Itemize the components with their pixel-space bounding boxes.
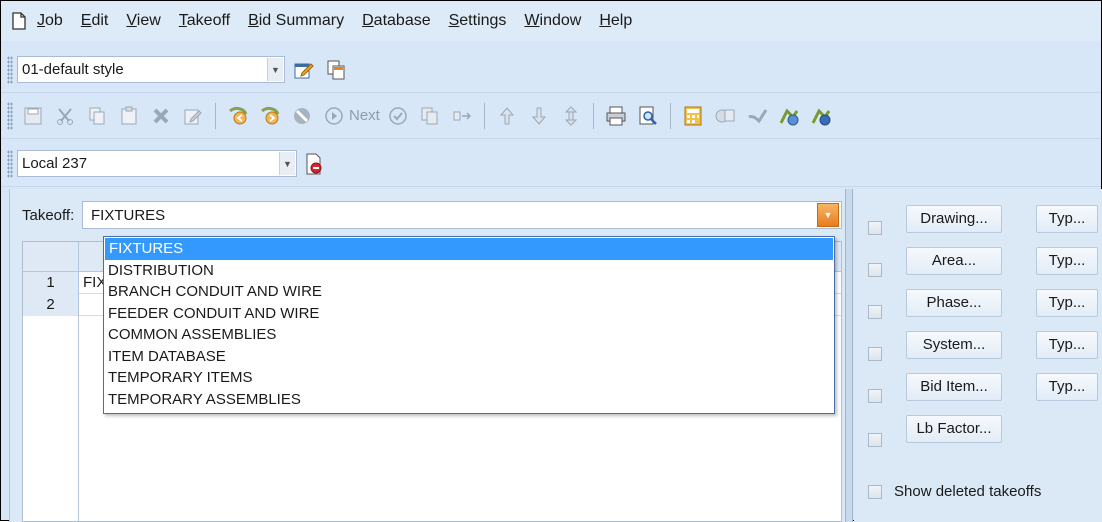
duplicate-icon[interactable] [419,105,441,127]
actions-toolbar: Next [1,93,1101,139]
item-replace-icon[interactable] [810,105,832,127]
print-icon[interactable] [605,105,627,127]
bid-item-checkbox[interactable] [868,389,882,403]
calculator-icon[interactable] [682,105,704,127]
chevron-down-icon[interactable]: ▼ [279,152,295,175]
area-button[interactable]: Area... [906,247,1002,275]
edit-style-icon[interactable] [293,59,315,81]
menu-settings[interactable]: Settings [449,12,507,30]
menu-database[interactable]: Database [362,12,431,30]
phase-checkbox[interactable] [868,305,882,319]
drawing-checkbox[interactable] [868,221,882,235]
edit-icon[interactable] [182,105,204,127]
menu-help[interactable]: Help [599,12,632,30]
print-preview-icon[interactable] [637,105,659,127]
takeoff-option-item-database[interactable]: ITEM DATABASE [104,346,834,368]
toolbar-grip[interactable] [7,55,13,84]
approve-icon[interactable] [746,105,768,127]
chevron-down-icon[interactable]: ▼ [267,58,283,81]
move-up-icon[interactable] [496,105,518,127]
document-icon [12,12,26,30]
drawing-button[interactable]: Drawing... [906,205,1002,233]
lb-factor-button[interactable]: Lb Factor... [906,415,1002,443]
pane-splitter[interactable] [845,189,853,522]
check-icon[interactable] [387,105,409,127]
takeoff-option-fixtures[interactable]: FIXTURES [105,238,833,260]
style-select-value: 01-default style [22,61,124,78]
row-number: 2 [23,294,79,316]
toolbar-separator [215,102,216,129]
style-select[interactable]: 01-default style ▼ [17,56,285,83]
lb-factor-checkbox[interactable] [868,433,882,447]
takeoff-option-temporary-items[interactable]: TEMPORARY ITEMS [104,367,834,389]
delete-icon[interactable] [150,105,172,127]
labor-toolbar: Local 237 ▼ [1,141,1101,187]
remove-labor-icon[interactable] [303,153,325,175]
labor-select[interactable]: Local 237 ▼ [17,150,297,177]
drawing-type-button[interactable]: Typ... [1036,205,1098,233]
takeoff-dropdown-list: FIXTURES DISTRIBUTION BRANCH CONDUIT AND… [103,236,835,414]
takeoff-option-branch-conduit[interactable]: BRANCH CONDUIT AND WIRE [104,281,834,303]
menu-bid-summary[interactable]: Bid Summary [248,12,344,30]
menu-job[interactable]: Job [37,12,63,30]
labor-select-value: Local 237 [22,155,88,172]
toolbar-separator [592,102,594,129]
paste-icon[interactable] [118,105,140,127]
copy-icon[interactable] [86,105,108,127]
show-deleted-label[interactable]: Show deleted takeoffs [894,483,1041,500]
menu-edit[interactable]: Edit [81,12,109,30]
filter-pane: Drawing... Typ... Area... Typ... Phase..… [854,189,1102,522]
stop-icon[interactable] [291,105,313,127]
takeoff-option-temporary-assemblies[interactable]: TEMPORARY ASSEMBLIES [104,389,834,411]
system-type-button[interactable]: Typ... [1036,331,1098,359]
menu-takeoff[interactable]: Takeoff [179,12,230,30]
bid-item-type-button[interactable]: Typ... [1036,373,1098,401]
copy-style-icon[interactable] [325,59,347,81]
menu-window[interactable]: Window [524,12,581,30]
toolbar-separator [669,102,671,129]
menu-view[interactable]: View [126,12,160,30]
assembly-icon[interactable] [714,105,736,127]
takeoff-label: Takeoff: [22,207,75,224]
move-down-icon[interactable] [528,105,550,127]
system-button[interactable]: System... [906,331,1002,359]
area-checkbox[interactable] [868,263,882,277]
show-deleted-checkbox[interactable] [868,485,882,499]
chevron-down-icon[interactable]: ▼ [817,203,839,227]
phase-type-button[interactable]: Typ... [1036,289,1098,317]
next-record-icon[interactable] [259,105,281,127]
cut-icon[interactable] [54,105,76,127]
phase-button[interactable]: Phase... [906,289,1002,317]
toolbar-separator [483,102,485,129]
move-up-down-icon[interactable] [560,105,582,127]
app-window: Job Edit View Takeoff Bid Summary Databa… [0,0,1102,522]
takeoff-option-feeder-conduit[interactable]: FEEDER CONDUIT AND WIRE [104,303,834,325]
system-checkbox[interactable] [868,347,882,361]
takeoff-select[interactable]: FIXTURES ▼ [82,201,842,229]
row-number: 1 [23,272,79,294]
next-label[interactable]: Next [349,107,380,124]
save-icon[interactable] [22,105,44,127]
play-icon[interactable] [323,105,345,127]
insert-icon[interactable] [451,105,473,127]
previous-record-icon[interactable] [227,105,249,127]
toolbar-grip[interactable] [7,149,13,178]
takeoff-select-value: FIXTURES [91,206,166,224]
style-toolbar: 01-default style ▼ [1,47,1101,93]
item-add-icon[interactable] [778,105,800,127]
bid-item-button[interactable]: Bid Item... [906,373,1002,401]
area-type-button[interactable]: Typ... [1036,247,1098,275]
takeoff-option-common-assemblies[interactable]: COMMON ASSEMBLIES [104,324,834,346]
menu-bar: Job Edit View Takeoff Bid Summary Databa… [1,1,1101,41]
toolbar-grip[interactable] [7,101,13,130]
takeoff-option-distribution[interactable]: DISTRIBUTION [104,260,834,282]
